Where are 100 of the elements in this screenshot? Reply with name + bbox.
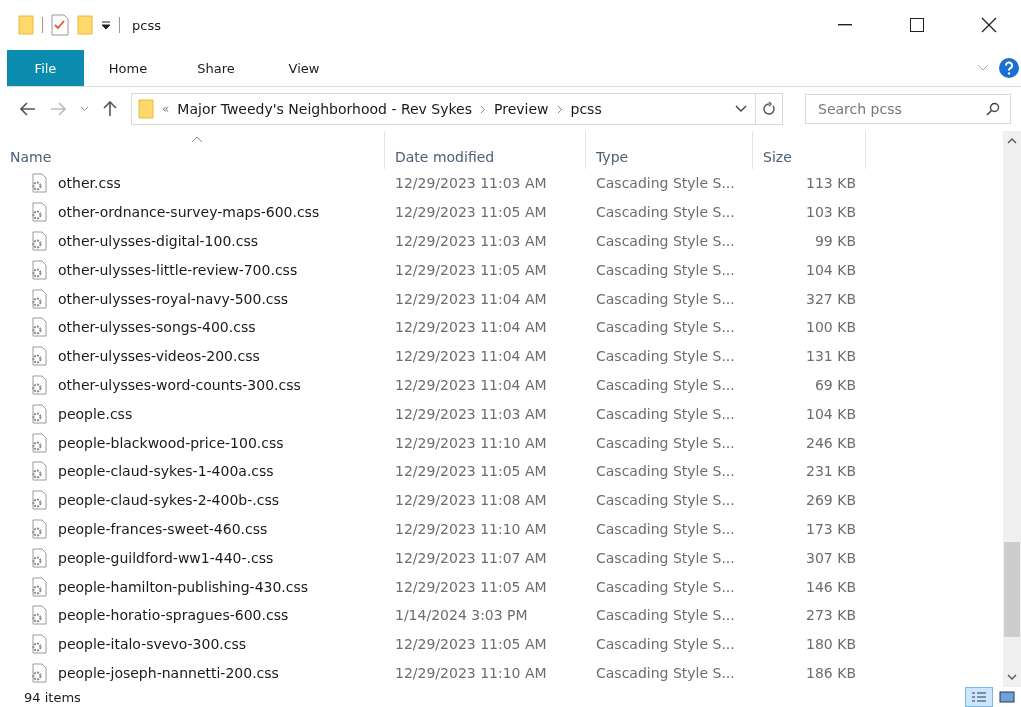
gear-file-icon: [30, 288, 48, 309]
date-modified: 12/29/2023 11:10 AM: [394, 664, 548, 681]
refresh-icon: [762, 101, 776, 117]
gear-file-icon: [30, 518, 48, 539]
properties-icon[interactable]: [51, 14, 69, 36]
gear-file-icon: [30, 231, 48, 251]
gear-file-icon: [30, 202, 48, 223]
gear-file-icon: [30, 461, 48, 482]
details-view-button[interactable]: [965, 687, 993, 707]
date-modified: 12/29/2023 11:03 AM: [394, 175, 548, 192]
date-modified: 12/29/2023 11:04 AM: [394, 376, 548, 393]
file-name[interactable]: other-ordnance-survey-maps-600.css: [58, 204, 320, 221]
gear-file-icon: [30, 547, 48, 568]
gear-file-icon: [30, 346, 48, 367]
ribbon-tab[interactable]: View: [260, 50, 348, 86]
scroll-up-icon[interactable]: [1007, 137, 1017, 145]
file-size: 246 KB: [805, 434, 857, 451]
chevron-down-icon[interactable]: [735, 105, 747, 113]
file-size: 99 KB: [813, 233, 857, 249]
details-list-icon: [971, 691, 987, 703]
date-modified: 12/29/2023 11:07 AM: [394, 549, 548, 566]
file-name[interactable]: people-horatio-spragues-600.css: [58, 607, 289, 624]
breadcrumb[interactable]: Major Tweedy's Neighborhood - Rev Sykes: [177, 101, 472, 117]
file-name[interactable]: people-italo-svevo-300.css: [58, 636, 247, 653]
file-size: 269 KB: [805, 492, 857, 509]
file-name[interactable]: people-claud-sykes-2-400b-.css: [58, 492, 279, 509]
date-modified: 12/29/2023 11:10 AM: [394, 520, 548, 537]
gear-file-icon: [30, 662, 48, 683]
breadcrumb[interactable]: Preview: [494, 101, 549, 117]
file-size: 104 KB: [805, 261, 857, 278]
item-count: 94 items: [24, 689, 82, 705]
gear-file-icon: [30, 490, 48, 511]
file-size: 307 KB: [805, 549, 857, 566]
file-type: Cascading Style S...: [595, 463, 736, 480]
file-size: 186 KB: [805, 664, 857, 681]
ribbon-tab[interactable]: File: [7, 50, 84, 86]
chevron-right-icon[interactable]: [556, 104, 563, 114]
file-type: Cascading Style S...: [595, 607, 736, 624]
dropdown-icon[interactable]: [101, 20, 111, 30]
file-name[interactable]: people.css: [58, 405, 133, 422]
breadcrumb[interactable]: pcss: [570, 101, 602, 117]
folder-icon: [18, 15, 34, 35]
sort-ascending-icon: [191, 136, 203, 143]
column-header[interactable]: Type: [586, 131, 753, 169]
column-header[interactable]: Date modified: [385, 131, 586, 169]
tiles-icon: [999, 691, 1015, 703]
column-header[interactable]: Name: [0, 131, 385, 169]
up-arrow-icon[interactable]: [103, 101, 117, 117]
file-type: Cascading Style S...: [595, 204, 736, 221]
scrollbar[interactable]: [1003, 131, 1021, 687]
file-name[interactable]: other.css: [58, 175, 121, 192]
file-name[interactable]: other-ulysses-digital-100.css: [58, 233, 259, 249]
file-name[interactable]: people-guildford-ww1-440-.css: [58, 549, 274, 566]
chevron-right-icon[interactable]: [480, 104, 486, 114]
file-name[interactable]: other-ulysses-word-counts-300.css: [58, 376, 301, 393]
file-size: 113 KB: [805, 175, 857, 192]
date-modified: 12/29/2023 11:04 AM: [394, 348, 548, 365]
file-size: 180 KB: [805, 636, 857, 653]
file-name[interactable]: people-blackwood-price-100.css: [58, 434, 284, 451]
date-modified: 1/14/2024 3:03 PM: [394, 607, 529, 624]
file-name[interactable]: people-claud-sykes-1-400a.css: [58, 463, 274, 480]
file-name[interactable]: people-hamilton-publishing-430.css: [58, 578, 309, 595]
overflow-chevron[interactable]: «: [162, 102, 170, 116]
help-icon[interactable]: [999, 58, 1019, 78]
window-title: pcss: [132, 17, 162, 33]
folder-icon: [138, 99, 154, 119]
file-name[interactable]: other-ulysses-songs-400.css: [58, 319, 256, 336]
file-type: Cascading Style S...: [595, 175, 736, 192]
column-header[interactable]: Size: [753, 131, 866, 169]
gear-file-icon: [30, 374, 48, 395]
file-name[interactable]: people-joseph-nannetti-200.css: [58, 664, 279, 681]
file-size: 273 KB: [805, 607, 857, 624]
file-size: 103 KB: [805, 204, 857, 221]
file-size: 131 KB: [805, 348, 857, 365]
file-type: Cascading Style S...: [595, 434, 736, 451]
ribbon-tab[interactable]: Share: [172, 50, 260, 86]
file-type: Cascading Style S...: [595, 664, 736, 681]
address-bar[interactable]: « Major Tweedy's Neighborhood - Rev Sykes Preview pcss: [131, 93, 783, 125]
gear-file-icon: [30, 576, 48, 597]
scrollbar-thumb[interactable]: [1004, 541, 1020, 637]
scroll-down-icon[interactable]: [1007, 673, 1017, 681]
new-folder-icon: [77, 15, 93, 35]
gear-file-icon: [30, 259, 48, 280]
date-modified: 12/29/2023 11:05 AM: [394, 578, 548, 595]
date-modified: 12/29/2023 11:03 AM: [394, 233, 548, 249]
file-name[interactable]: other-ulysses-little-review-700.css: [58, 261, 298, 278]
file-name[interactable]: other-ulysses-videos-200.css: [58, 348, 260, 365]
file-type: Cascading Style S...: [595, 492, 736, 509]
file-size: 231 KB: [805, 463, 857, 480]
date-modified: 12/29/2023 11:04 AM: [394, 290, 548, 307]
gear-file-icon: [30, 317, 48, 338]
forward-arrow-icon[interactable]: [50, 102, 66, 116]
file-type: Cascading Style S...: [595, 636, 736, 653]
file-name[interactable]: people-frances-sweet-460.css: [58, 520, 268, 537]
search-field[interactable]: Search pcss: [805, 94, 1011, 124]
gear-file-icon: [30, 432, 48, 453]
ribbon-tab[interactable]: Home: [84, 50, 172, 86]
file-name[interactable]: other-ulysses-royal-navy-500.css: [58, 290, 289, 307]
back-arrow-icon[interactable]: [20, 102, 36, 116]
file-type: Cascading Style S...: [595, 261, 736, 278]
